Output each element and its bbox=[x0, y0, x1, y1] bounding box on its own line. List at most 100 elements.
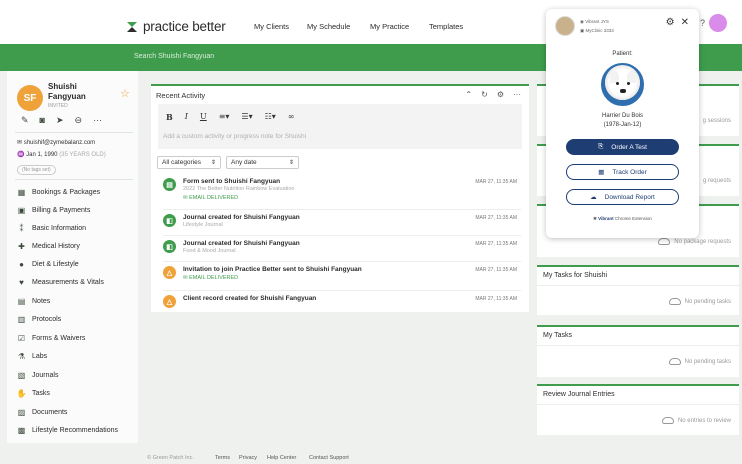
sidebar-item[interactable]: ▥ Protocols bbox=[17, 315, 61, 324]
panel-title: Review Journal Entries bbox=[543, 391, 615, 398]
activity-item[interactable]: ▤ Form sent to Shuishi Fangyuan 2022 The B… bbox=[163, 178, 521, 202]
underline-icon[interactable]: U bbox=[200, 112, 207, 122]
align-icon[interactable]: ≡▾ bbox=[219, 112, 230, 122]
track-order-button[interactable]: ▦ Track Order bbox=[566, 164, 679, 180]
camera-icon[interactable]: ◙ bbox=[40, 115, 45, 126]
divider bbox=[15, 179, 133, 180]
sidebar-item[interactable]: ▦ Bookings & Packages bbox=[17, 188, 100, 197]
collapse-icon[interactable]: ⌃ bbox=[465, 90, 472, 99]
chevron-updown-icon: ⇕ bbox=[288, 160, 294, 166]
order-icon: ⎘ bbox=[598, 143, 604, 150]
activity-date: MAR 27, 11:35 AM bbox=[475, 296, 517, 302]
nav-my-practice[interactable]: My Practice bbox=[370, 22, 409, 31]
divider bbox=[163, 261, 521, 262]
cloud-icon bbox=[658, 238, 671, 245]
practice-better-logo[interactable]: practice better bbox=[126, 19, 226, 34]
journal-icon: ◧ bbox=[163, 214, 176, 227]
sidebar-item[interactable]: ⚗ Labs bbox=[17, 352, 47, 361]
panel-empty-state: No pending tasks bbox=[668, 358, 731, 365]
sidebar-item[interactable]: ▣ Billing & Payments bbox=[17, 206, 91, 215]
sidebar-item[interactable]: ▧ Journals bbox=[17, 371, 59, 380]
empty-text: No entries to review bbox=[677, 417, 731, 424]
editor-toolbar: B I U ≡▾ ☰▾ ☷▾ ∞ bbox=[166, 112, 294, 122]
bold-icon[interactable]: B bbox=[166, 112, 173, 122]
sidebar-item-label: Measurements & Vitals bbox=[32, 279, 104, 286]
activity-date: MAR 27, 11:35 AM bbox=[475, 241, 517, 247]
nav-templates[interactable]: Templates bbox=[429, 22, 463, 31]
calendar-icon: ▦ bbox=[17, 188, 26, 197]
footer: © Green Patch Inc. Terms Privacy Help Ce… bbox=[0, 452, 742, 464]
more-icon[interactable]: ··· bbox=[513, 90, 521, 99]
panel-empty-state: No entries to review bbox=[661, 417, 731, 424]
date-filter[interactable]: Any date ⇕ bbox=[226, 156, 299, 169]
patient-photo bbox=[601, 63, 644, 106]
activity-item[interactable]: △ Invitation to join Practice Better sent… bbox=[163, 266, 521, 290]
bullet-list-icon[interactable]: ☰▾ bbox=[241, 112, 252, 122]
numbered-list-icon[interactable]: ☷▾ bbox=[265, 112, 276, 122]
vibrant-clinic-name: ▣ MyClinic 3333 bbox=[580, 28, 614, 34]
help-icon[interactable]: ? bbox=[700, 18, 705, 28]
activity-title: Client record created for Shuishi Fangyu… bbox=[183, 295, 317, 302]
more-icon[interactable]: ··· bbox=[93, 115, 102, 126]
nav-my-clients[interactable]: My Clients bbox=[254, 22, 289, 31]
activity-title: Journal created for Shuishi Fangyuan bbox=[183, 240, 300, 247]
documents-icon: ▨ bbox=[17, 408, 26, 417]
sidebar-item[interactable]: ▨ Documents bbox=[17, 408, 68, 417]
person-icon: △ bbox=[163, 295, 176, 308]
dog-eye bbox=[627, 82, 630, 85]
sidebar-item[interactable]: ✋ Tasks bbox=[17, 389, 50, 398]
tags-button[interactable]: (No tags set) bbox=[17, 165, 56, 175]
footer-help-link[interactable]: Help Center bbox=[267, 455, 296, 461]
send-icon[interactable]: ➤ bbox=[56, 115, 64, 126]
close-icon[interactable]: ✕ bbox=[681, 17, 689, 28]
search-input[interactable]: Search Shuishi Fangyuan bbox=[134, 53, 214, 60]
sidebar-item[interactable]: ☑ Forms & Waivers bbox=[17, 334, 86, 343]
sidebar-item[interactable]: ▤ Notes bbox=[17, 297, 51, 306]
nav-my-schedule[interactable]: My Schedule bbox=[307, 22, 350, 31]
client-sidebar: SF Shuishi Fangyuan INVITED ☆ ✎ ◙ ➤ ⊖ ··… bbox=[7, 71, 138, 443]
divider bbox=[537, 345, 739, 346]
recent-activity-title: Recent Activity bbox=[156, 91, 206, 100]
tasks-icon: ✋ bbox=[16, 389, 27, 398]
link-icon[interactable]: ∞ bbox=[288, 112, 295, 122]
sidebar-item[interactable]: ♥ Measurements & Vitals bbox=[17, 278, 104, 287]
sidebar-item[interactable]: ▩ Lifestyle Recommendations bbox=[17, 426, 118, 435]
patient-dob: (1978-Jan-12) bbox=[603, 122, 642, 128]
sidebar-item[interactable]: ● Diet & Lifestyle bbox=[17, 260, 79, 269]
track-order-label: Track Order bbox=[612, 168, 647, 176]
italic-icon[interactable]: I bbox=[185, 112, 188, 122]
panel-empty-state: No package requests bbox=[658, 238, 731, 245]
category-filter[interactable]: All categories ⇕ bbox=[157, 156, 221, 169]
email-icon: ✉ bbox=[17, 140, 23, 146]
footer-terms-link[interactable]: Terms bbox=[215, 455, 230, 461]
sidebar-item[interactable]: ✚ Medical History bbox=[17, 242, 80, 251]
dashboard-panel: My Tasks for Shuishi No pending tasks bbox=[537, 265, 739, 315]
activity-subtitle: Food & Mood Journal bbox=[183, 248, 236, 254]
gear-icon[interactable]: ⚙ bbox=[666, 17, 675, 28]
portal-icon[interactable]: ⊖ bbox=[75, 115, 83, 126]
footer-support-link[interactable]: Contact Support bbox=[309, 455, 349, 461]
vibrant-user-avatar bbox=[555, 16, 575, 36]
download-report-button[interactable]: ☁ Download Report bbox=[566, 189, 679, 205]
activity-title: Invitation to join Practice Better sent … bbox=[183, 266, 362, 273]
order-test-button[interactable]: ⎘ Order A Test bbox=[566, 139, 679, 155]
settings-icon[interactable]: ⚙ bbox=[497, 90, 504, 99]
refresh-icon[interactable]: ↻ bbox=[481, 90, 488, 99]
star-icon[interactable]: ☆ bbox=[120, 87, 130, 100]
activity-item[interactable]: △ Client record created for Shuishi Fangy… bbox=[163, 295, 521, 319]
empty-text: g requests bbox=[702, 177, 731, 184]
footer-privacy-link[interactable]: Privacy bbox=[239, 455, 257, 461]
divider bbox=[537, 404, 739, 405]
activity-date: MAR 27, 11:35 AM bbox=[475, 267, 517, 273]
panel-title: My Tasks for Shuishi bbox=[543, 272, 608, 279]
flask-icon: ⚗ bbox=[17, 352, 26, 361]
panel-title: My Tasks bbox=[543, 332, 573, 339]
sidebar-item[interactable]: ⁑ Basic Information bbox=[17, 224, 87, 233]
activity-note-editor[interactable]: B I U ≡▾ ☰▾ ☷▾ ∞ Add a custom activity o… bbox=[158, 104, 522, 149]
sidebar-item-label: Bookings & Packages bbox=[32, 189, 101, 196]
activity-controls: ⌃ ↻ ⚙ ··· bbox=[465, 90, 521, 99]
user-avatar[interactable] bbox=[709, 14, 728, 32]
editor-placeholder: Add a custom activity or progress note f… bbox=[163, 133, 307, 140]
vibrant-clinic-name-text: MyClinic 3333 bbox=[585, 28, 614, 33]
edit-profile-icon[interactable]: ✎ bbox=[21, 115, 29, 126]
